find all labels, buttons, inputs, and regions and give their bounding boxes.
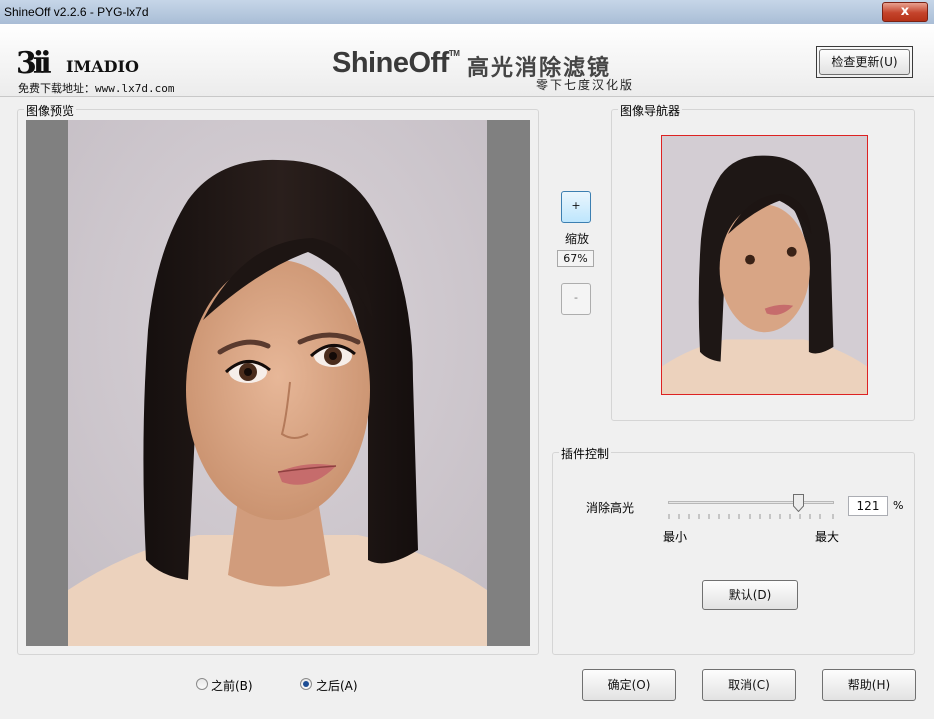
portrait-image bbox=[68, 120, 487, 646]
preview-photo bbox=[68, 120, 487, 646]
slider-max-label: 最大 bbox=[815, 530, 840, 544]
plugin-controls-label: 插件控制 bbox=[559, 445, 612, 462]
download-address: 免费下载地址：www.lx7d.com bbox=[18, 82, 175, 95]
slider-ticks bbox=[668, 514, 834, 519]
preview-label: 图像预览 bbox=[24, 102, 77, 119]
after-radio[interactable] bbox=[300, 678, 312, 690]
brand-title-text: ShineOff bbox=[332, 47, 449, 79]
brand-title: ShineOffTM bbox=[332, 47, 460, 80]
percent-unit: % bbox=[893, 499, 904, 512]
highlight-value-input[interactable]: 121 bbox=[848, 496, 888, 516]
navigator-thumbnail bbox=[662, 136, 867, 394]
cancel-button[interactable]: 取消(C) bbox=[702, 669, 796, 701]
highlight-slider-track[interactable] bbox=[668, 501, 834, 504]
navigator-viewport[interactable] bbox=[661, 135, 868, 395]
zoom-out-button[interactable]: - bbox=[561, 283, 591, 315]
image-preview[interactable] bbox=[26, 120, 530, 646]
check-update-button[interactable]: 检查更新(U) bbox=[819, 49, 910, 75]
plugin-controls-group bbox=[552, 452, 915, 655]
logo-mark: 3ii bbox=[16, 46, 52, 81]
close-button[interactable]: x bbox=[882, 2, 928, 22]
app-window: ShineOff v2.2.6 - PYG-lx7d x 3ii IMADIO … bbox=[0, 0, 934, 719]
highlight-removal-label: 消除高光 bbox=[586, 501, 635, 515]
trademark: TM bbox=[448, 49, 460, 58]
after-radio-dot bbox=[303, 681, 309, 687]
zoom-label: 缩放 bbox=[565, 232, 590, 246]
highlight-slider-thumb[interactable] bbox=[793, 494, 804, 512]
zoom-in-button[interactable]: + bbox=[561, 191, 591, 223]
default-button[interactable]: 默认(D) bbox=[702, 580, 798, 610]
zoom-value: 67% bbox=[557, 250, 594, 267]
title-bar[interactable]: ShineOff v2.2.6 - PYG-lx7d x bbox=[0, 0, 934, 24]
navigator-label: 图像导航器 bbox=[618, 102, 683, 119]
slider-min-label: 最小 bbox=[663, 530, 688, 544]
after-radio-label[interactable]: 之后(A) bbox=[316, 677, 358, 694]
header-banner: 3ii IMADIO 免费下载地址：www.lx7d.com ShineOffT… bbox=[0, 24, 934, 97]
before-radio-label[interactable]: 之前(B) bbox=[211, 677, 253, 694]
brand-subtitle: 零下七度汉化版 bbox=[536, 78, 635, 92]
logo-name: IMADIO bbox=[66, 57, 139, 76]
before-radio[interactable] bbox=[196, 678, 208, 690]
window-title: ShineOff v2.2.6 - PYG-lx7d bbox=[4, 5, 149, 19]
help-button[interactable]: 帮助(H) bbox=[822, 669, 916, 701]
ok-button[interactable]: 确定(O) bbox=[582, 669, 676, 701]
